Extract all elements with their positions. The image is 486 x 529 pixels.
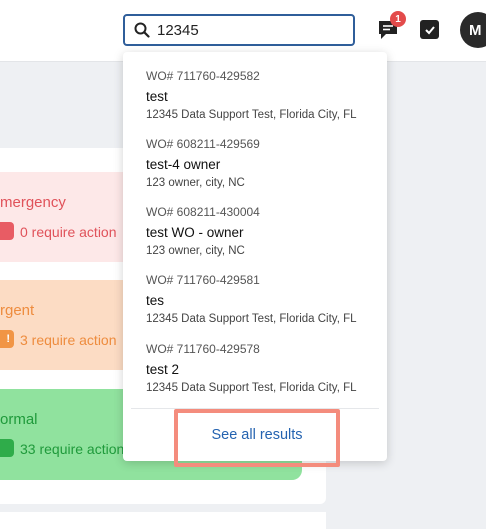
priority-count: 33 require action xyxy=(20,441,125,457)
priority-label: mergency xyxy=(0,194,66,211)
result-title: test xyxy=(146,89,168,104)
search-input[interactable] xyxy=(157,21,347,39)
result-wo-number: WO# 608211-429569 xyxy=(146,137,260,151)
tasks-button[interactable] xyxy=(420,20,439,39)
result-title: test 2 xyxy=(146,362,180,377)
search-result-item[interactable]: WO# 711760-429582 test 12345 Data Suppor… xyxy=(146,69,381,121)
search-icon xyxy=(134,22,150,38)
search-box[interactable] xyxy=(123,14,355,46)
result-wo-number: WO# 711760-429581 xyxy=(146,273,260,287)
result-address: 12345 Data Support Test, Florida City, F… xyxy=(146,313,357,325)
search-result-item[interactable]: WO# 608211-430004 test WO - owner 123 ow… xyxy=(146,205,381,257)
result-title: test-4 owner xyxy=(146,157,221,172)
priority-label: ormal xyxy=(0,411,38,428)
search-results-dropdown: WO# 711760-429582 test 12345 Data Suppor… xyxy=(123,52,387,467)
priority-count: 3 require action xyxy=(20,332,117,348)
result-title: test WO - owner xyxy=(146,225,244,240)
result-address: 12345 Data Support Test, Florida City, F… xyxy=(146,109,357,121)
result-address: 123 owner, city, NC xyxy=(146,177,245,189)
result-address: 123 owner, city, NC xyxy=(146,245,245,257)
secondary-card xyxy=(0,512,326,529)
search-result-item[interactable]: WO# 608211-429569 test-4 owner 123 owner… xyxy=(146,137,381,189)
result-title: tes xyxy=(146,293,165,308)
checkbox-icon xyxy=(424,25,435,34)
priority-chip-icon xyxy=(0,439,14,457)
result-wo-number: WO# 711760-429582 xyxy=(146,69,260,83)
warning-icon: ! xyxy=(0,330,14,348)
notification-badge: 1 xyxy=(390,11,406,27)
priority-label: rgent xyxy=(0,302,35,319)
see-all-results-link[interactable]: See all results xyxy=(211,427,302,443)
avatar[interactable]: M xyxy=(460,12,486,48)
search-result-item[interactable]: WO# 711760-429581 tes 12345 Data Support… xyxy=(146,273,381,325)
see-all-highlight: See all results xyxy=(174,409,340,467)
result-wo-number: WO# 711760-429578 xyxy=(146,342,260,356)
priority-chip-icon xyxy=(0,222,14,240)
result-address: 12345 Data Support Test, Florida City, F… xyxy=(146,382,357,394)
priority-count: 0 require action xyxy=(20,224,117,240)
search-result-item[interactable]: WO# 711760-429578 test 2 12345 Data Supp… xyxy=(146,342,381,394)
result-wo-number: WO# 608211-430004 xyxy=(146,205,260,219)
